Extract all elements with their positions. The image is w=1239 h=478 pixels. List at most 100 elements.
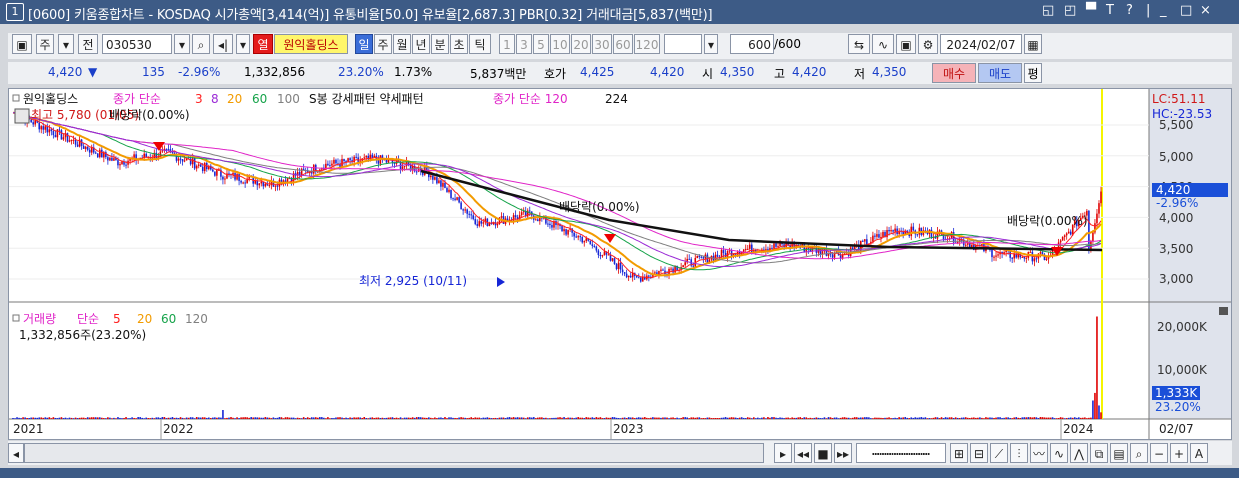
volume-bar — [304, 418, 307, 419]
custom-interval-input[interactable] — [664, 34, 702, 54]
interval-3[interactable]: 3 — [516, 34, 532, 54]
window-number[interactable]: 1 — [6, 3, 24, 21]
stock-code-input[interactable]: 030530 — [102, 34, 172, 54]
settings-gear-icon[interactable]: ⚙ — [918, 34, 938, 54]
volume-bar — [482, 417, 485, 419]
trend-icon[interactable]: ∿ — [1050, 443, 1068, 463]
volume-bar — [1011, 418, 1013, 419]
volume-bar — [413, 417, 416, 419]
interval-20[interactable]: 20 — [571, 34, 591, 54]
volume-bar — [1021, 417, 1024, 419]
volume-bar — [694, 417, 697, 419]
period-second-tab[interactable]: 초 — [450, 34, 468, 54]
interval-30[interactable]: 30 — [592, 34, 612, 54]
font-icon[interactable]: T — [1106, 3, 1114, 18]
date-input[interactable]: 2024/02/07 — [940, 34, 1022, 54]
code-dropdown-icon[interactable]: ▾ — [174, 34, 190, 54]
volume-bar — [440, 417, 442, 419]
interval-120[interactable]: 120 — [634, 34, 660, 54]
candle-body — [1035, 258, 1038, 260]
volume-bar — [260, 417, 263, 419]
volume-bar — [559, 417, 561, 419]
volume-bar — [123, 417, 125, 419]
candle-body — [966, 243, 969, 245]
volume-bar — [70, 417, 73, 419]
candle-body — [454, 198, 456, 200]
draw-icon[interactable]: ⟋ — [990, 443, 1008, 463]
maximize-button[interactable]: □ — [1180, 3, 1192, 18]
pattern-icon[interactable]: ⋀ — [1070, 443, 1088, 463]
chart-panel[interactable]: 원익홀딩스 종가 단순 3 8 20 60 100 S봉 강세패턴 약세패턴 종… — [8, 88, 1232, 440]
font-a-icon[interactable]: A — [1190, 443, 1208, 463]
volume-bar — [1073, 417, 1076, 419]
minimize-button[interactable]: _ — [1160, 3, 1167, 18]
wave-icon[interactable]: 〰 — [1030, 443, 1048, 463]
zoom-out-icon[interactable]: − — [1150, 443, 1168, 463]
flat-button[interactable]: 평 — [1024, 63, 1042, 83]
interval-5[interactable]: 5 — [533, 34, 549, 54]
split-icon[interactable]: ⊟ — [970, 443, 988, 463]
layout-menu-icon[interactable]: ▣ — [12, 34, 32, 54]
chart-type-icon[interactable]: ⊞ — [950, 443, 968, 463]
volume-bar — [147, 418, 150, 419]
interval-60[interactable]: 60 — [613, 34, 633, 54]
volume-bar — [512, 417, 515, 419]
period-monthly-tab[interactable]: 월 — [393, 34, 411, 54]
interval-10[interactable]: 10 — [550, 34, 570, 54]
speaker-icon[interactable]: ◂| — [213, 34, 233, 54]
period-main-select[interactable]: 주 — [36, 34, 54, 54]
volume-bar — [294, 418, 297, 419]
candle-body — [38, 122, 41, 130]
sell-button[interactable]: 매도 — [978, 63, 1022, 83]
zoom-in-icon[interactable]: + — [1170, 443, 1188, 463]
zoom-icon[interactable]: ⌕ — [1130, 443, 1148, 463]
indicator-icon[interactable]: ∿ — [872, 34, 894, 54]
period-dropdown-icon[interactable]: ▾ — [58, 34, 74, 54]
custom-interval-dropdown-icon[interactable]: ▾ — [704, 34, 718, 54]
candle-body — [466, 209, 468, 214]
period-daily-tab[interactable]: 일 — [355, 34, 373, 54]
capture-icon[interactable]: ⧉ — [1090, 443, 1108, 463]
volume-bar — [500, 417, 503, 419]
fib-icon[interactable]: ⫶ — [1010, 443, 1028, 463]
search-icon[interactable]: ⌕ — [192, 34, 210, 54]
period-minute-tab[interactable]: 분 — [431, 34, 449, 54]
volume-bar — [1051, 417, 1054, 419]
restore-layout-icon[interactable]: ◰ — [1064, 3, 1076, 18]
candle-body — [222, 176, 224, 180]
count-input[interactable]: 600 — [730, 34, 774, 54]
close-button[interactable]: × — [1200, 3, 1211, 18]
compare-icon[interactable]: ⇆ — [848, 34, 870, 54]
help-icon[interactable]: ? — [1126, 3, 1133, 18]
stock-chart-svg[interactable]: 원익홀딩스 종가 단순 3 8 20 60 100 S봉 강세패턴 약세패턴 종… — [9, 89, 1231, 439]
stock-name-display[interactable]: 원익홀딩스 — [274, 34, 348, 54]
fast-forward-icon[interactable]: ▸▸ — [834, 443, 852, 463]
volume-bar — [607, 417, 610, 419]
save-icon[interactable]: ▣ — [896, 34, 916, 54]
period-yearly-tab[interactable]: 년 — [412, 34, 430, 54]
horizontal-scrollbar[interactable] — [24, 443, 764, 463]
stop-icon[interactable]: ■ — [814, 443, 832, 463]
pane-maximize-icon — [1219, 307, 1228, 315]
pin-icon[interactable]: ▀ — [1086, 3, 1096, 18]
buy-button[interactable]: 매수 — [932, 63, 976, 83]
stats-icon[interactable]: ▤ — [1110, 443, 1128, 463]
zoom-slider[interactable]: ┅┅┅┅┅┅┅┅ — [856, 443, 946, 463]
candle-body — [567, 229, 569, 235]
period-tick-tab[interactable]: 틱 — [469, 34, 491, 54]
interval-1[interactable]: 1 — [499, 34, 515, 54]
volume-bar — [484, 417, 487, 419]
volume-bar — [670, 417, 672, 419]
favorite-button[interactable]: 열 — [253, 34, 273, 54]
period-weekly-tab[interactable]: 주 — [374, 34, 392, 54]
prev-button[interactable]: 전 — [78, 34, 98, 54]
volume-bar — [539, 417, 541, 419]
scroll-left-icon[interactable]: ◂ — [8, 443, 24, 463]
rewind-icon[interactable]: ◂◂ — [794, 443, 812, 463]
volume-bar — [506, 417, 509, 419]
layout-icon[interactable]: ◱ — [1042, 3, 1054, 18]
play-icon[interactable]: ▸ — [774, 443, 792, 463]
speaker-dropdown-icon[interactable]: ▾ — [236, 34, 250, 54]
calendar-icon[interactable]: ▦ — [1024, 34, 1042, 54]
volume-bar — [809, 417, 812, 419]
